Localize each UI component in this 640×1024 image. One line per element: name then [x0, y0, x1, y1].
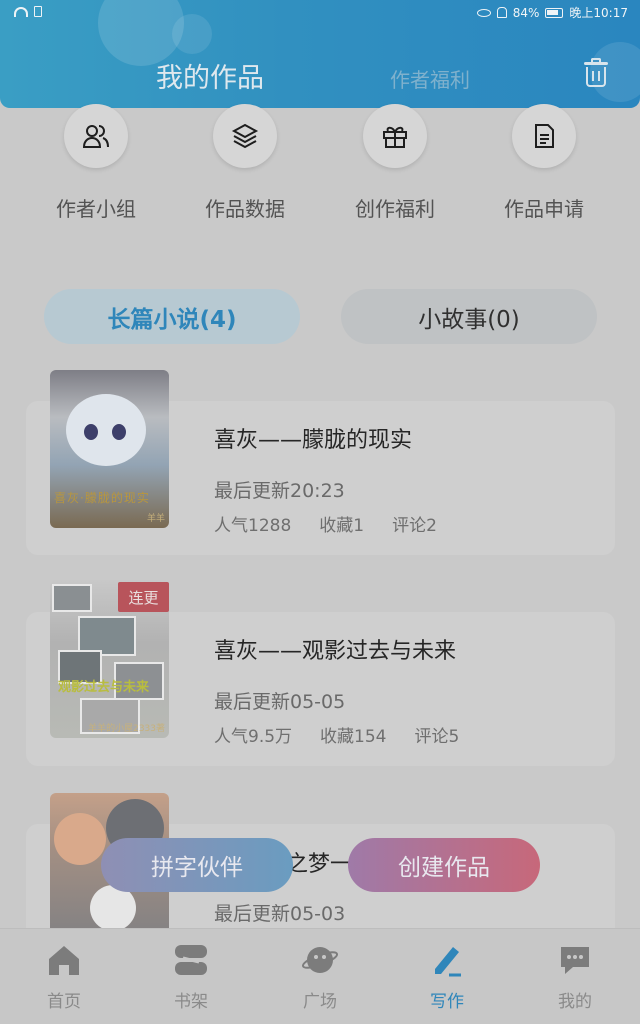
book-stats: 人气1288 收藏1 评论2 [214, 511, 437, 536]
nav-label: 写作 [430, 992, 464, 1012]
book-title[interactable]: 之梦一 [286, 846, 352, 878]
battery-icon [545, 7, 564, 18]
battery-percent: 84% [512, 5, 540, 20]
create-work-button[interactable]: 创建作品 [348, 838, 540, 892]
nav-writing[interactable]: 写作 [397, 943, 497, 1012]
book-favorites: 收藏154 [320, 727, 387, 747]
serial-badge: 连更 [118, 582, 169, 612]
layers-icon [213, 104, 277, 168]
group-icon [64, 104, 128, 168]
quick-action-work-application[interactable]: 作品申请 [489, 104, 599, 222]
eye-icon [476, 8, 491, 17]
book-updated: 最后更新20:23 [214, 480, 345, 502]
pen-icon [429, 943, 465, 977]
book-comments: 评论5 [414, 727, 460, 747]
tab-author-welfare[interactable]: 作者福利 [390, 64, 470, 93]
cover-title: 观影过去与未来 [58, 680, 150, 695]
nav-label: 首页 [47, 992, 81, 1012]
nav-plaza[interactable]: 广场 [270, 943, 370, 1012]
status-bar: 84% 晚上10:17 [0, 4, 640, 24]
cover-illustration [66, 394, 146, 466]
trash-icon[interactable] [582, 58, 610, 88]
book-cover[interactable]: 喜灰·朦胧的现实 羊羊 [50, 370, 169, 528]
quick-actions: 作者小组 作品数据 创作福利 作品申请 [0, 104, 640, 234]
tab-my-works[interactable]: 我的作品 [156, 56, 264, 95]
nav-mine[interactable]: 我的 [525, 943, 625, 1012]
gift-icon [363, 104, 427, 168]
chat-icon [557, 943, 593, 977]
quick-action-label: 作品数据 [205, 197, 285, 221]
header-bar: 84% 晚上10:17 我的作品 作者福利 [0, 0, 640, 108]
book-popularity: 人气9.5万 [214, 727, 293, 747]
cover-title: 喜灰·朦胧的现实 [54, 491, 150, 505]
book-title[interactable]: 喜灰——朦胧的现实 [214, 422, 412, 454]
tab-long-novels[interactable]: 长篇小说(4) [44, 289, 300, 344]
cover-stamp: 羊羊的小屋2333著 [88, 724, 165, 734]
mute-bell-icon [496, 7, 507, 18]
home-icon [46, 943, 82, 977]
document-icon [512, 104, 576, 168]
book-stats: 人气9.5万 收藏154 评论5 [214, 722, 459, 747]
sim-icon [34, 6, 42, 17]
nav-label: 广场 [303, 992, 337, 1012]
book-favorites: 收藏1 [319, 516, 365, 536]
quick-action-label: 作者小组 [56, 197, 136, 221]
word-partner-button[interactable]: 拼字伙伴 [101, 838, 293, 892]
wifi-icon [14, 6, 28, 17]
book-title[interactable]: 喜灰——观影过去与未来 [214, 633, 456, 665]
book-comments: 评论2 [392, 516, 437, 536]
quick-action-creative-welfare[interactable]: 创作福利 [340, 104, 450, 222]
book-popularity: 人气1288 [214, 516, 292, 536]
quick-action-author-group[interactable]: 作者小组 [41, 104, 151, 222]
quick-action-work-data[interactable]: 作品数据 [190, 104, 300, 222]
cover-photo [52, 584, 92, 612]
quick-action-label: 作品申请 [504, 197, 584, 221]
book-updated: 最后更新05-03 [214, 903, 346, 925]
bottom-nav: 首页 书架 广场 写作 我的 [0, 928, 640, 1024]
cover-illustration [54, 813, 106, 865]
bookshelf-icon [173, 943, 209, 977]
nav-home[interactable]: 首页 [14, 943, 114, 1012]
nav-label: 书架 [174, 992, 208, 1012]
tab-short-stories[interactable]: 小故事(0) [341, 289, 597, 344]
cover-stamp: 羊羊 [146, 514, 165, 524]
book-updated: 最后更新05-05 [214, 691, 346, 713]
quick-action-label: 创作福利 [355, 197, 435, 221]
nav-label: 我的 [558, 992, 592, 1012]
planet-icon [301, 943, 339, 977]
clock: 晚上10:17 [569, 6, 628, 20]
nav-bookshelf[interactable]: 书架 [141, 943, 241, 1012]
